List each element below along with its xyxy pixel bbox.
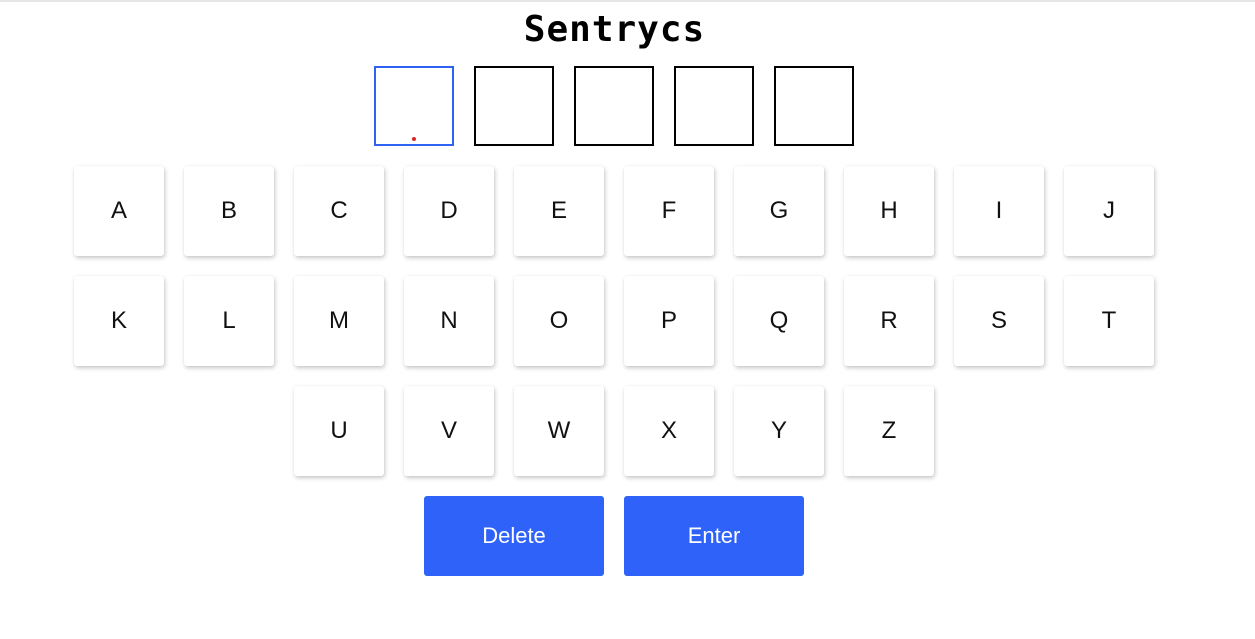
key-x[interactable]: X <box>624 386 714 476</box>
letter-slot-4[interactable] <box>674 66 754 146</box>
top-divider <box>0 0 1255 2</box>
key-s[interactable]: S <box>954 276 1044 366</box>
letter-slot-5[interactable] <box>774 66 854 146</box>
page-title: Sentrycs <box>523 9 706 50</box>
key-u[interactable]: U <box>294 386 384 476</box>
key-l[interactable]: L <box>184 276 274 366</box>
key-a[interactable]: A <box>74 166 164 256</box>
key-v[interactable]: V <box>404 386 494 476</box>
key-e[interactable]: E <box>514 166 604 256</box>
key-h[interactable]: H <box>844 166 934 256</box>
key-j[interactable]: J <box>1064 166 1154 256</box>
key-y[interactable]: Y <box>734 386 824 476</box>
key-g[interactable]: G <box>734 166 824 256</box>
key-n[interactable]: N <box>404 276 494 366</box>
key-k[interactable]: K <box>74 276 164 366</box>
key-d[interactable]: D <box>404 166 494 256</box>
key-f[interactable]: F <box>624 166 714 256</box>
enter-button[interactable]: Enter <box>624 496 804 576</box>
letter-slot-2[interactable] <box>474 66 554 146</box>
cursor-caret <box>412 137 416 141</box>
key-w[interactable]: W <box>514 386 604 476</box>
key-m[interactable]: M <box>294 276 384 366</box>
delete-button[interactable]: Delete <box>424 496 604 576</box>
key-t[interactable]: T <box>1064 276 1154 366</box>
key-z[interactable]: Z <box>844 386 934 476</box>
key-p[interactable]: P <box>624 276 714 366</box>
key-c[interactable]: C <box>294 166 384 256</box>
key-o[interactable]: O <box>514 276 604 366</box>
letter-slot-3[interactable] <box>574 66 654 146</box>
key-i[interactable]: I <box>954 166 1044 256</box>
letter-slot-1[interactable] <box>374 66 454 146</box>
key-r[interactable]: R <box>844 276 934 366</box>
key-b[interactable]: B <box>184 166 274 256</box>
key-q[interactable]: Q <box>734 276 824 366</box>
letter-slots <box>374 66 874 146</box>
